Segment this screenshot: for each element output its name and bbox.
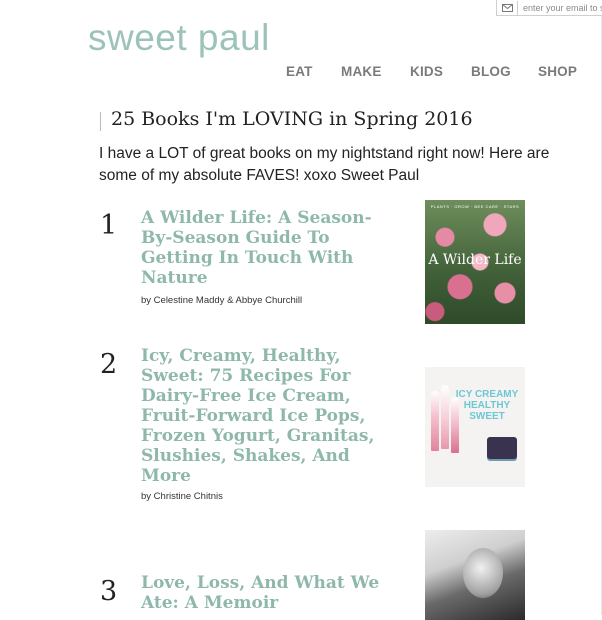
nav-item-shop[interactable]: SHOP <box>538 64 577 79</box>
cover-title-text: A Wilder Life <box>428 252 522 268</box>
nav-item-make[interactable]: MAKE <box>341 64 382 79</box>
cover-strip-text: PLANTS · GROW · BEE CARE · STARS <box>430 204 520 209</box>
title-accent-bar <box>100 112 101 131</box>
email-input[interactable] <box>518 1 602 14</box>
main-nav: EAT MAKE KIDS BLOG SHOP <box>0 64 602 82</box>
book-cover-image[interactable]: ICY CREAMY HEALTHY SWEET <box>425 367 525 487</box>
page-title: 25 Books I'm LOVING in Spring 2016 <box>111 108 473 130</box>
book-title-link[interactable]: A Wilder Life: A Season-By-Season Guide … <box>141 208 396 288</box>
book-number: 3 <box>100 576 118 607</box>
cover-portrait <box>463 548 503 598</box>
popsicle-shape <box>431 391 439 451</box>
newsletter-signup[interactable] <box>496 0 602 16</box>
berries-carton <box>487 437 517 459</box>
envelope-icon <box>501 3 513 12</box>
site-logo[interactable]: sweet paul <box>88 16 270 60</box>
book-author: by Christine Chitnis <box>141 491 223 502</box>
book-cover-image[interactable]: PLANTS · GROW · BEE CARE · STARS A Wilde… <box>425 200 525 324</box>
article-intro: I have a LOT of great books on my nights… <box>99 145 550 184</box>
nav-item-eat[interactable]: EAT <box>286 64 313 79</box>
nav-item-blog[interactable]: BLOG <box>471 64 511 79</box>
book-title-link[interactable]: Icy, Creamy, Healthy, Sweet: 75 Recipes … <box>141 346 396 486</box>
book-number: 1 <box>100 210 118 241</box>
book-cover-image[interactable] <box>425 530 525 620</box>
cover-title-text: ICY CREAMY HEALTHY SWEET <box>455 389 519 422</box>
popsicle-shape <box>441 385 449 449</box>
book-number: 2 <box>100 349 118 380</box>
mail-icon[interactable] <box>497 0 518 15</box>
book-title-link[interactable]: Love, Loss, And What We Ate: A Memoir <box>141 573 396 613</box>
book-author: by Celestine Maddy & Abbye Churchill <box>141 295 303 306</box>
nav-item-kids[interactable]: KIDS <box>410 64 443 79</box>
